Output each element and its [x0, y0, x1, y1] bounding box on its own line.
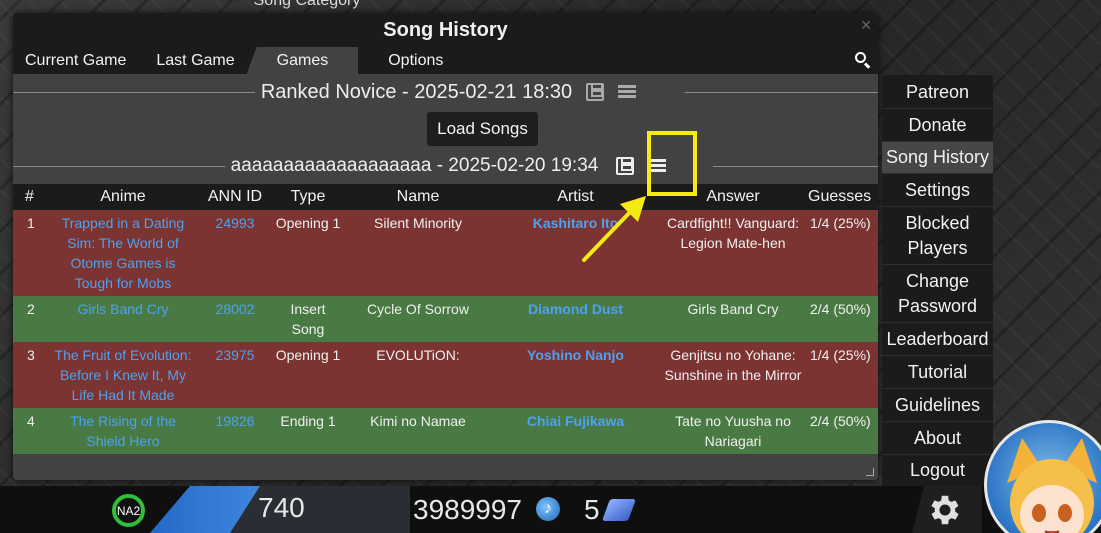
arrow-annotation — [582, 196, 646, 262]
tab-options[interactable]: Options — [358, 47, 455, 74]
level-value: 740 — [258, 492, 305, 523]
song-type: Insert Song — [273, 296, 343, 342]
answer: Genjitsu no Yohane: Sunshine in the Mirr… — [658, 342, 808, 408]
game-title: Ranked Novice - 2025-02-21 18:30 — [254, 80, 579, 104]
song-category-label: Song Category — [253, 0, 361, 9]
tab-bar: Current Game Last Game Games Options — [13, 47, 878, 74]
menu-icon[interactable] — [618, 85, 637, 99]
menu-item-logout[interactable]: Logout — [882, 455, 993, 486]
song-type: Opening 1 — [273, 342, 343, 408]
ann-id-link[interactable]: 23975 — [216, 347, 255, 363]
notes-value: 3989997 — [413, 494, 523, 525]
song-type: Opening 1 — [273, 210, 343, 296]
song-name: EVOLUTiON: — [343, 342, 493, 408]
modal-title: Song History — [383, 18, 508, 41]
row-num: 2 — [13, 296, 49, 342]
guesses: 2/4 (50%) — [808, 296, 878, 342]
tab-games[interactable]: Games — [246, 47, 359, 74]
menu-item-settings[interactable]: Settings — [882, 174, 993, 207]
ann-id-link[interactable]: 24993 — [216, 215, 255, 231]
table-header-row: # Anime ANN ID Type Name Artist Answer G… — [13, 184, 878, 210]
gear-icon[interactable] — [926, 491, 964, 529]
save-icon[interactable] — [586, 83, 605, 101]
menu-item-guidelines[interactable]: Guidelines — [882, 389, 993, 422]
modal-header: Song History ✕ — [13, 13, 878, 47]
menu-item-tutorial[interactable]: Tutorial — [882, 356, 993, 389]
row-num: 4 — [13, 408, 49, 454]
game-title: aaaaaaaaaaaaaaaaaaa - 2025-02-20 19:34 — [224, 155, 605, 177]
table-row[interactable]: 2 Girls Band Cry 28002 Insert Song Cycle… — [13, 296, 878, 342]
header-ann-id[interactable]: ANN ID — [197, 184, 273, 210]
game-entry: aaaaaaaaaaaaaaaaaaa - 2025-02-20 19:34 — [13, 150, 878, 182]
tickets-value: 5 — [584, 494, 600, 525]
menu-item-patreon[interactable]: Patreon — [882, 76, 993, 109]
header-num[interactable]: # — [13, 184, 49, 210]
header-name[interactable]: Name — [343, 184, 493, 210]
load-songs-button[interactable]: Load Songs — [427, 112, 538, 146]
song-history-modal: Song History ✕ Current Game Last Game Ga… — [13, 13, 878, 480]
menu-item-change-password[interactable]: Change Password — [882, 265, 993, 323]
ann-id-link[interactable]: 19826 — [216, 413, 255, 429]
row-num: 1 — [13, 210, 49, 296]
anime-link[interactable]: Girls Band Cry — [77, 301, 168, 317]
answer: Girls Band Cry — [658, 296, 808, 342]
table-row[interactable]: 1 Trapped in a Dating Sim: The World of … — [13, 210, 878, 296]
row-num: 3 — [13, 342, 49, 408]
song-type: Ending 1 — [273, 408, 343, 454]
menu-item-donate[interactable]: Donate — [882, 109, 993, 142]
tab-current-game[interactable]: Current Game — [13, 47, 138, 74]
anime-link[interactable]: Trapped in a Dating Sim: The World of Ot… — [62, 215, 184, 291]
save-icon[interactable] — [616, 157, 635, 175]
resize-handle[interactable] — [866, 468, 874, 476]
answer: Tate no Yuusha no Nariagari — [658, 408, 808, 454]
menu-item-leaderboard[interactable]: Leaderboard — [882, 323, 993, 356]
anime-link[interactable]: The Rising of the Shield Hero — [70, 413, 176, 449]
xp-bar-track — [230, 486, 410, 533]
artist-link[interactable]: Diamond Dust — [528, 301, 623, 317]
guesses: 1/4 (25%) — [808, 342, 878, 408]
header-guesses[interactable]: Guesses — [808, 184, 878, 210]
song-name: Silent Minority — [343, 210, 493, 296]
header-type[interactable]: Type — [273, 184, 343, 210]
note-icon: ♪ — [536, 497, 560, 521]
game-entry: Ranked Novice - 2025-02-21 18:30 — [13, 76, 878, 108]
song-name: Cycle Of Sorrow — [343, 296, 493, 342]
level-badge[interactable]: NA2 — [112, 494, 145, 527]
menu-item-blocked-players[interactable]: Blocked Players — [882, 207, 993, 265]
artist-link[interactable]: Yoshino Nanjo — [527, 347, 624, 363]
header-anime[interactable]: Anime — [49, 184, 197, 210]
song-name: Kimi no Namae — [343, 408, 493, 454]
table-row[interactable]: 3 The Fruit of Evolution: Before I Knew … — [13, 342, 878, 408]
guesses: 1/4 (25%) — [808, 210, 878, 296]
side-menu: Patreon Donate Song History Settings Blo… — [882, 75, 993, 487]
answer: Cardfight!! Vanguard: Legion Mate-hen — [658, 210, 808, 296]
artist-link[interactable]: Chiai Fujikawa — [527, 413, 624, 429]
song-table: # Anime ANN ID Type Name Artist Answer G… — [13, 184, 878, 454]
guesses: 2/4 (50%) — [808, 408, 878, 454]
anime-link[interactable]: The Fruit of Evolution: Before I Knew It… — [55, 347, 192, 403]
menu-item-about[interactable]: About — [882, 422, 993, 455]
ann-id-link[interactable]: 28002 — [216, 301, 255, 317]
close-icon[interactable]: ✕ — [860, 17, 872, 34]
games-content: Ranked Novice - 2025-02-21 18:30 Load So… — [13, 74, 878, 480]
search-icon[interactable] — [854, 51, 872, 69]
table-row[interactable]: 4 The Rising of the Shield Hero 19826 En… — [13, 408, 878, 454]
menu-item-song-history[interactable]: Song History — [882, 142, 993, 174]
tab-last-game[interactable]: Last Game — [138, 47, 246, 74]
